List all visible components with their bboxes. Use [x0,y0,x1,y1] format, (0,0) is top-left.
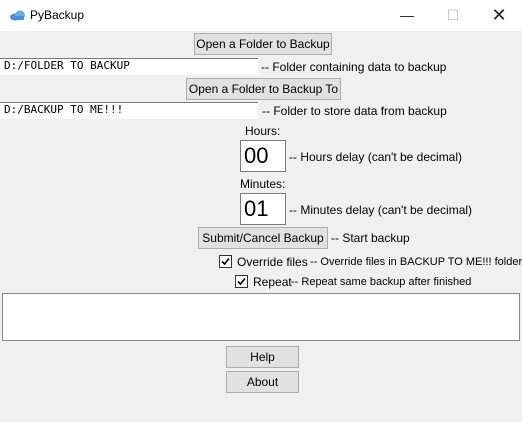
hours-input[interactable]: 00 [240,140,286,172]
open-destination-folder-button[interactable]: Open a Folder to Backup To [186,78,341,100]
submit-cancel-backup-button[interactable]: Submit/Cancel Backup [198,227,328,249]
minutes-input[interactable]: 01 [240,193,286,225]
close-button[interactable]: ✕ [476,0,522,31]
source-path-field[interactable]: D:/FOLDER TO BACKUP [0,58,258,75]
repeat-checkbox[interactable] [235,275,248,288]
checkmark-icon [237,277,246,286]
repeat-label[interactable]: Repeat [253,275,292,289]
minimize-button[interactable]: — [384,0,430,31]
open-source-folder-button[interactable]: Open a Folder to Backup [194,33,332,55]
help-button[interactable]: Help [226,346,299,368]
window-title: PyBackup [30,8,85,22]
maximize-button[interactable]: ☐ [430,0,476,31]
minutes-label: Minutes: [240,177,286,191]
override-files-description: -- Override files in BACKUP TO ME!!! fol… [310,256,522,268]
cloud-icon [9,8,27,22]
destination-description: -- Folder to store data from backup [262,104,447,118]
about-button[interactable]: About [226,371,299,393]
repeat-description: -- Repeat same backup after finished [291,276,472,288]
override-files-checkbox[interactable] [219,255,232,268]
output-text-area[interactable] [2,293,520,341]
override-files-label[interactable]: Override files [237,255,308,269]
hours-description: -- Hours delay (can't be decimal) [289,150,463,164]
hours-label: Hours: [245,124,281,138]
submit-description: -- Start backup [331,231,410,245]
source-description: -- Folder containing data to backup [261,60,447,74]
checkmark-icon [221,257,230,266]
minutes-description: -- Minutes delay (can't be decimal) [289,203,473,217]
title-bar: PyBackup — ☐ ✕ [0,0,522,31]
destination-path-field[interactable]: D:/BACKUP TO ME!!! [0,102,258,119]
